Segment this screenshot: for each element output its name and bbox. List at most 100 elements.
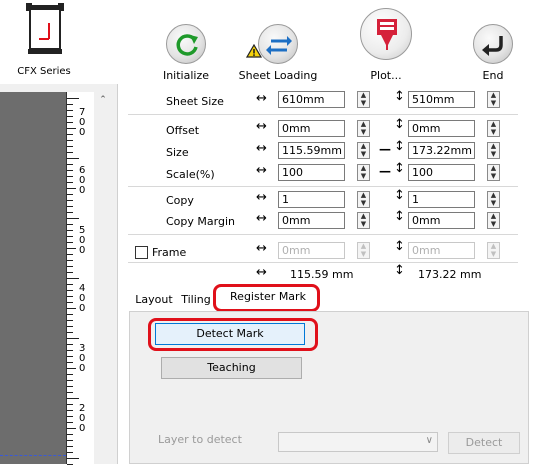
sheet-height-spinner[interactable]: ▲ ▼ <box>487 91 500 108</box>
tab-tiling[interactable]: Tiling <box>178 291 214 311</box>
refresh-icon <box>166 24 206 64</box>
ruler-tick <box>67 224 73 225</box>
copy-margin-label: Copy Margin <box>166 215 235 228</box>
ruler-tick <box>67 308 76 309</box>
initialize-button[interactable]: Initialize <box>141 10 231 82</box>
ruler-tick <box>67 332 73 333</box>
frame-x-field[interactable]: 0mm <box>278 242 345 259</box>
copy-margin-x-spinner[interactable]: ▲ ▼ <box>357 212 370 229</box>
vertical-arrow-icon: ↕ <box>394 263 405 278</box>
sheet-height-field[interactable]: 510mm <box>408 91 475 108</box>
offset-y-spinner[interactable]: ▲ ▼ <box>487 120 500 137</box>
ruler-label: 700 <box>79 107 86 138</box>
detect-mark-highlight <box>148 318 318 351</box>
plot-button[interactable]: Plot... <box>341 8 431 82</box>
app-logo: CFX Series <box>15 3 73 78</box>
separator <box>128 114 518 115</box>
copy-margin-y-spinner[interactable]: ▲ ▼ <box>487 212 500 229</box>
ruler-tick <box>67 158 79 159</box>
end-button[interactable]: End <box>448 10 538 82</box>
offset-label: Offset <box>166 124 200 137</box>
ruler-tick <box>67 176 73 177</box>
ruler-label: 300 <box>79 343 86 374</box>
link-dash: — <box>379 164 391 178</box>
ruler-tick <box>67 380 73 381</box>
tab-layout[interactable]: Layout <box>131 291 177 311</box>
ruler-tick <box>67 230 73 231</box>
ruler-tick <box>67 446 73 447</box>
ruler-tick <box>67 410 73 411</box>
ruler-label: 200 <box>79 403 86 434</box>
ruler-tick <box>67 98 79 99</box>
sheet-loading-button[interactable]: Sheet Loading <box>233 10 323 82</box>
ruler-tick <box>67 302 73 303</box>
scale-x-spinner[interactable]: ▲ ▼ <box>357 164 370 181</box>
total-height-value: 173.22 mm <box>418 268 482 281</box>
copy-margin-x-field[interactable]: 0mm <box>278 212 345 229</box>
size-label: Size <box>166 146 189 159</box>
ruler-tick <box>67 122 73 123</box>
ruler-tick <box>67 272 73 273</box>
ruler-tick <box>67 170 73 171</box>
teaching-button[interactable]: Teaching <box>161 357 302 379</box>
ruler-tick <box>67 350 73 351</box>
ruler-tick <box>67 182 73 183</box>
frame-y-field[interactable]: 0mm <box>408 242 475 259</box>
ruler-tick <box>67 242 73 243</box>
sheet-width-spinner[interactable]: ▲ ▼ <box>357 91 370 108</box>
ruler-tick <box>67 236 73 237</box>
size-y-spinner[interactable]: ▲ ▼ <box>487 142 500 159</box>
ruler-tick <box>67 278 79 279</box>
ruler-tick <box>67 404 73 405</box>
copy-x-field[interactable]: 1 <box>278 191 345 208</box>
plot-boundary-line <box>0 455 66 456</box>
ruler-label: 400 <box>79 283 86 314</box>
ruler-tick <box>67 338 79 339</box>
ruler-tick <box>67 248 76 249</box>
horizontal-arrow-icon: ↔ <box>256 211 267 226</box>
sheet-width-field[interactable]: 610mm <box>278 91 345 108</box>
size-x-field[interactable]: 115.59mm <box>278 142 345 159</box>
size-y-field[interactable]: 173.22mm <box>408 142 475 159</box>
total-width-value: 115.59 mm <box>290 268 354 281</box>
ruler-tick <box>67 164 73 165</box>
scale-y-field[interactable]: 100 <box>408 164 475 181</box>
scroll-up-arrow[interactable]: ⌃ <box>96 95 110 107</box>
separator <box>128 186 518 187</box>
scale-y-spinner[interactable]: ▲ ▼ <box>487 164 500 181</box>
ruler-tick <box>67 362 73 363</box>
frame-label: Frame <box>152 246 187 259</box>
offset-x-field[interactable]: 0mm <box>278 120 345 137</box>
frame-x-spinner[interactable]: ▲ ▼ <box>357 242 370 259</box>
ruler-tick <box>67 194 73 195</box>
ruler-tick <box>67 212 73 213</box>
logo-label: CFX Series <box>17 66 71 77</box>
ruler-tick <box>67 368 76 369</box>
frame-y-spinner[interactable]: ▲ ▼ <box>487 242 500 259</box>
ruler-tick <box>67 356 73 357</box>
copy-y-spinner[interactable]: ▲ ▼ <box>487 191 500 208</box>
initialize-label: Initialize <box>162 69 210 82</box>
detect-button[interactable]: Detect <box>448 432 520 454</box>
layer-select[interactable]: ∨ <box>278 432 438 452</box>
ruler-tick <box>67 206 73 207</box>
ruler-tick <box>67 110 73 111</box>
ruler-tick <box>67 458 79 459</box>
vertical-arrow-icon: ↕ <box>394 239 405 254</box>
frame-checkbox[interactable] <box>135 246 148 259</box>
copy-margin-y-field[interactable]: 0mm <box>408 212 475 229</box>
vertical-arrow-icon: ↕ <box>394 89 405 104</box>
ruler-label: 600 <box>79 165 86 196</box>
size-x-spinner[interactable]: ▲ ▼ <box>357 142 370 159</box>
layer-to-detect-label: Layer to detect <box>158 433 242 446</box>
ruler-tick <box>67 314 73 315</box>
horizontal-arrow-icon: ↔ <box>256 141 267 156</box>
copy-y-field[interactable]: 1 <box>408 191 475 208</box>
scale-x-field[interactable]: 100 <box>278 164 345 181</box>
chevron-down-icon: ∨ <box>425 435 433 446</box>
ruler-tick <box>67 254 73 255</box>
offset-x-spinner[interactable]: ▲ ▼ <box>357 120 370 137</box>
offset-y-field[interactable]: 0mm <box>408 120 475 137</box>
return-arrow-icon <box>473 24 513 64</box>
copy-x-spinner[interactable]: ▲ ▼ <box>357 191 370 208</box>
